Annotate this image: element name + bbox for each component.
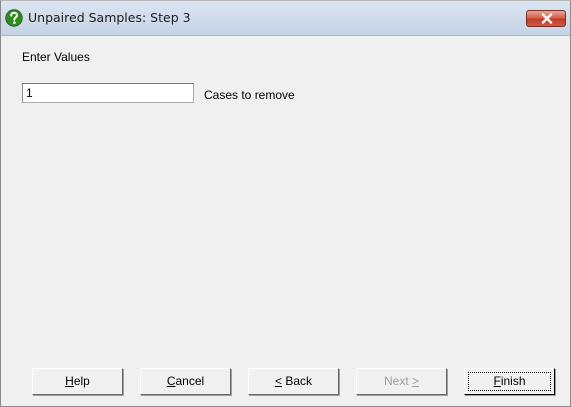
next-accel: >	[412, 374, 420, 388]
help-accel: H	[65, 374, 74, 388]
help-question-icon	[5, 9, 23, 27]
dialog-window: Unpaired Samples: Step 3 Enter Values Ca…	[0, 0, 571, 407]
help-button[interactable]: Help	[32, 368, 123, 395]
cases-to-remove-label: Cases to remove	[204, 88, 295, 102]
back-label-rest: Back	[282, 374, 313, 388]
cases-to-remove-input[interactable]	[22, 83, 194, 103]
enter-values-label: Enter Values	[22, 50, 90, 64]
title-bar[interactable]: Unpaired Samples: Step 3	[1, 1, 570, 36]
cancel-label-rest: ancel	[175, 374, 205, 388]
help-label-rest: elp	[73, 374, 90, 388]
next-button[interactable]: Next >	[356, 368, 447, 395]
close-button[interactable]	[526, 10, 566, 27]
finish-button[interactable]: Finish	[464, 368, 555, 395]
close-icon	[541, 13, 553, 24]
window-title: Unpaired Samples: Step 3	[28, 10, 191, 25]
cancel-button[interactable]: Cancel	[140, 368, 231, 395]
back-button[interactable]: < Back	[248, 368, 339, 395]
next-label-pre: Next	[383, 374, 412, 388]
focus-rectangle	[468, 372, 551, 391]
back-accel: <	[274, 374, 282, 388]
